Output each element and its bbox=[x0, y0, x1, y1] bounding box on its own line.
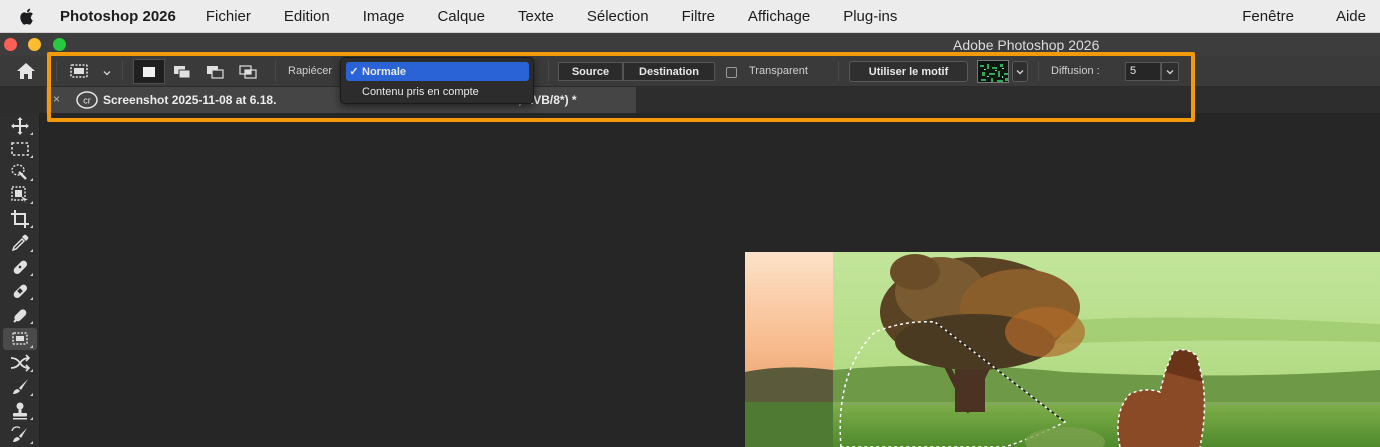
window-title: Adobe Photoshop 2026 bbox=[953, 37, 1100, 53]
pattern-picker-chevron-down-icon[interactable] bbox=[1012, 61, 1028, 82]
options-separator bbox=[838, 61, 839, 81]
brush-icon bbox=[13, 379, 28, 394]
content-aware-move-tool-button[interactable] bbox=[3, 352, 37, 374]
patch-option-normale[interactable]: ✓ Normale bbox=[346, 62, 529, 81]
options-separator bbox=[122, 61, 123, 81]
home-icon[interactable] bbox=[14, 61, 38, 81]
move-icon bbox=[11, 117, 29, 135]
content-aware-move-icon bbox=[10, 354, 31, 372]
clone-stamp-icon bbox=[13, 402, 27, 420]
menu-fenetre[interactable]: Fenêtre bbox=[1242, 8, 1294, 25]
options-separator bbox=[548, 61, 549, 81]
mac-menubar: Photoshop 2026 Fichier Edition Image Cal… bbox=[0, 0, 1380, 33]
history-brush-tool-button[interactable] bbox=[3, 424, 37, 446]
close-window-button[interactable] bbox=[4, 38, 17, 51]
minimize-window-button[interactable] bbox=[28, 38, 41, 51]
apple-icon[interactable] bbox=[0, 8, 52, 25]
menubar-right: Fenêtre Aide bbox=[1242, 0, 1380, 33]
tools-panel bbox=[0, 113, 40, 447]
marquee-tool-button[interactable] bbox=[3, 138, 37, 160]
menu-texte[interactable]: Texte bbox=[518, 8, 554, 25]
patch-label: Rapiécer bbox=[288, 65, 333, 77]
healing-brush-tool-button[interactable] bbox=[3, 280, 37, 302]
patch-option-content-aware-label: Contenu pris en compte bbox=[362, 85, 479, 98]
options-separator bbox=[275, 61, 276, 81]
use-pattern-button[interactable]: Utiliser le motif bbox=[849, 61, 968, 82]
tab-close-icon[interactable]: × bbox=[53, 92, 60, 106]
healing-brush-icon bbox=[13, 284, 28, 299]
history-brush-icon bbox=[11, 426, 27, 442]
pattern-swatch[interactable] bbox=[977, 60, 1009, 83]
clone-stamp-tool-button[interactable] bbox=[3, 400, 37, 422]
remove-tool-button[interactable] bbox=[3, 304, 37, 326]
options-separator bbox=[1038, 61, 1039, 81]
menu-aide[interactable]: Aide bbox=[1336, 8, 1366, 25]
options-bar: Rapiécer Source Destination Transparent … bbox=[0, 56, 1380, 87]
document-tab-bar: × cr Screenshot 2025-11-08 at 6.18. 1, RV… bbox=[0, 87, 1380, 113]
brush-tool-button[interactable] bbox=[3, 376, 37, 398]
marquee-icon bbox=[11, 142, 29, 156]
transparent-checkbox[interactable] bbox=[726, 67, 737, 78]
window-titlebar: Adobe Photoshop 2026 bbox=[0, 33, 1380, 56]
patch-option-normale-label: Normale bbox=[362, 65, 407, 78]
source-button[interactable]: Source bbox=[558, 62, 623, 81]
new-selection-mode-button[interactable] bbox=[133, 59, 165, 84]
menu-image[interactable]: Image bbox=[363, 8, 405, 25]
diffusion-chevron-down-icon[interactable] bbox=[1161, 62, 1179, 81]
menu-affichage[interactable]: Affichage bbox=[748, 8, 810, 25]
diffusion-input[interactable]: 5 bbox=[1125, 62, 1161, 81]
eyedropper-tool-button[interactable] bbox=[3, 232, 37, 254]
spot-healing-icon bbox=[13, 260, 28, 275]
menu-edition[interactable]: Edition bbox=[284, 8, 330, 25]
move-tool-button[interactable] bbox=[3, 115, 37, 137]
menu-calque[interactable]: Calque bbox=[437, 8, 485, 25]
menu-plug-ins[interactable]: Plug-ins bbox=[843, 8, 897, 25]
patch-option-content-aware[interactable]: Contenu pris en compte bbox=[346, 82, 529, 101]
crop-icon bbox=[11, 210, 29, 228]
patch-icon bbox=[12, 332, 28, 345]
options-separator bbox=[56, 61, 57, 81]
destination-button[interactable]: Destination bbox=[623, 62, 715, 81]
tool-preset-chevron-down-icon[interactable] bbox=[101, 66, 113, 78]
object-selection-icon bbox=[11, 186, 28, 204]
object-selection-tool-button[interactable] bbox=[3, 184, 37, 206]
subtract-from-selection-mode-button[interactable] bbox=[199, 59, 231, 84]
menu-selection[interactable]: Sélection bbox=[587, 8, 649, 25]
svg-text:cr: cr bbox=[83, 96, 91, 106]
photoshop-window: Photoshop 2026 Fichier Edition Image Cal… bbox=[0, 0, 1380, 447]
menu-filtre[interactable]: Filtre bbox=[682, 8, 715, 25]
crop-tool-button[interactable] bbox=[3, 208, 37, 230]
cloud-document-icon: cr bbox=[76, 91, 98, 109]
quick-selection-icon bbox=[11, 164, 27, 180]
quick-selection-tool-button[interactable] bbox=[3, 161, 37, 183]
document-tab-title-start: Screenshot 2025-11-08 at 6.18. bbox=[103, 93, 277, 107]
intersect-selection-mode-button[interactable] bbox=[232, 59, 264, 84]
patch-mode-dropdown[interactable]: ✓ Normale Contenu pris en compte bbox=[340, 57, 534, 104]
eyedropper-icon bbox=[11, 234, 29, 252]
menu-fichier[interactable]: Fichier bbox=[206, 8, 251, 25]
spot-healing-tool-button[interactable] bbox=[3, 256, 37, 278]
check-icon: ✓ bbox=[349, 66, 359, 78]
document-image[interactable] bbox=[745, 252, 1380, 447]
zoom-window-button[interactable] bbox=[53, 38, 66, 51]
patch-tool-button[interactable] bbox=[3, 328, 37, 350]
menu-app-name[interactable]: Photoshop 2026 bbox=[60, 8, 176, 25]
selection-mode-group bbox=[133, 59, 266, 84]
transparent-label: Transparent bbox=[749, 65, 808, 77]
add-to-selection-mode-button[interactable] bbox=[166, 59, 198, 84]
remove-icon bbox=[13, 309, 27, 323]
diffusion-label: Diffusion : bbox=[1051, 65, 1100, 77]
patch-tool-preset-icon[interactable] bbox=[68, 62, 90, 80]
